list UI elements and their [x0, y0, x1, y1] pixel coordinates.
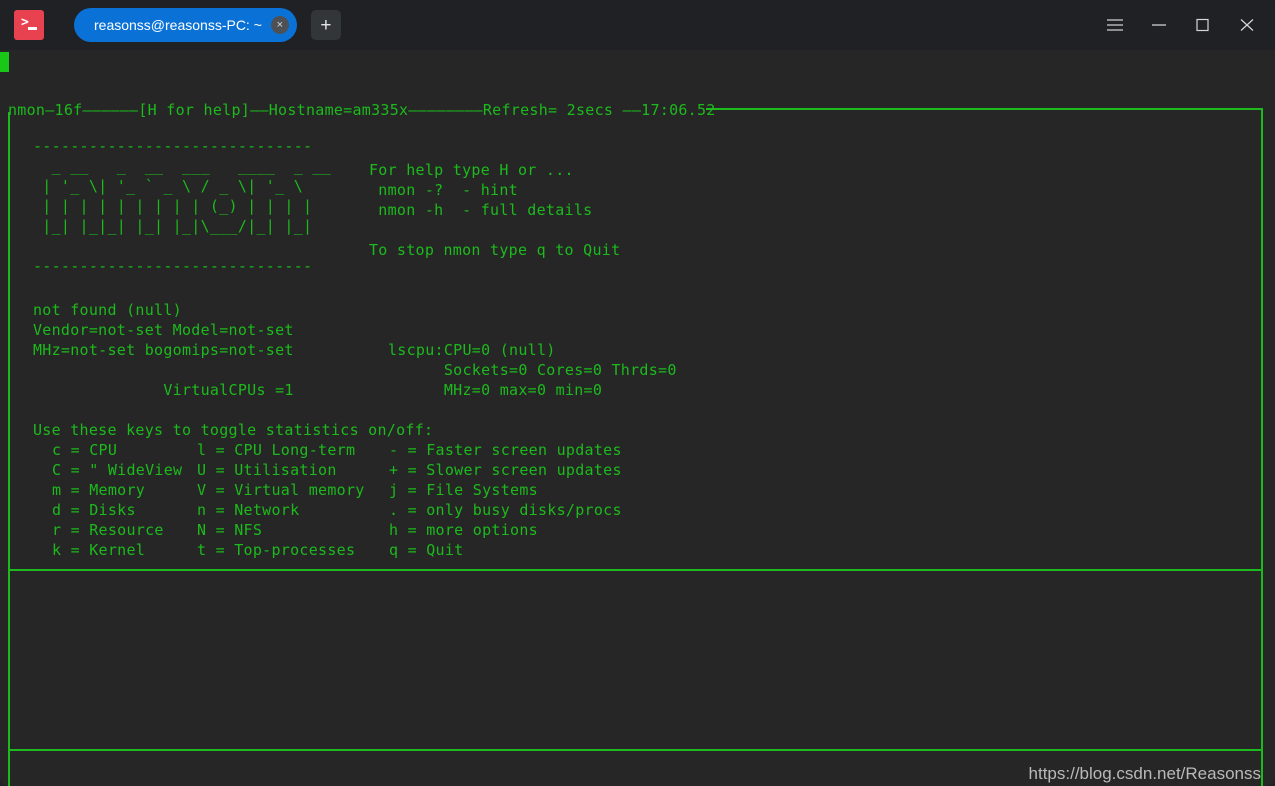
- hamburger-menu-icon[interactable]: [1093, 7, 1137, 43]
- frame-lower-rule: [8, 749, 1262, 751]
- terminal-window: > reasonss@reasonss-PC: ~ × + nmon—16f——…: [0, 0, 1275, 786]
- window-controls: [1093, 7, 1269, 43]
- maximize-icon[interactable]: [1181, 7, 1225, 43]
- lscpu-info-block: lscpu:CPU=0 (null) Sockets=0 Cores=0 Thr…: [388, 341, 677, 399]
- terminal-body[interactable]: nmon—16f——————[H for help]——Hostname=am3…: [0, 50, 1275, 786]
- tab-strip: reasonss@reasonss-PC: ~ × +: [74, 8, 1093, 42]
- watermark-text: https://blog.csdn.net/Reasonss: [1028, 764, 1261, 783]
- minimize-icon[interactable]: [1137, 7, 1181, 43]
- text-cursor: [0, 52, 9, 72]
- new-tab-button[interactable]: +: [310, 10, 341, 40]
- close-icon[interactable]: ×: [270, 16, 289, 34]
- prompt-underscore-icon: [28, 27, 37, 30]
- keys-column-3: - = Faster screen updates + = Slower scr…: [389, 441, 622, 559]
- keys-column-1: c = CPU C = " WideView m = Memory d = Di…: [52, 441, 183, 559]
- frame-right-rule: [1261, 108, 1263, 786]
- terminal-prompt-icon: >: [14, 10, 44, 40]
- frame-middle-rule: [8, 569, 1262, 571]
- keys-column-2: l = CPU Long-term U = Utilisation V = Vi…: [197, 441, 365, 559]
- close-window-icon[interactable]: [1225, 7, 1269, 43]
- cpu-info-block: not found (null) Vendor=not-set Model=no…: [33, 301, 294, 399]
- tab-active[interactable]: reasonss@reasonss-PC: ~ ×: [74, 8, 297, 42]
- nmon-header-line: nmon—16f——————[H for help]——Hostname=am3…: [8, 101, 716, 119]
- keys-heading: Use these keys to toggle statistics on/o…: [33, 421, 434, 439]
- frame-top-rule: [706, 108, 1262, 110]
- title-bar: > reasonss@reasonss-PC: ~ × +: [0, 0, 1275, 50]
- nmon-ascii-logo: ------------------------------ _ __ _ __…: [33, 137, 331, 275]
- help-hint-block: For help type H or ... nmon -? - hint nm…: [369, 161, 621, 259]
- tab-title: reasonss@reasonss-PC: ~: [94, 17, 262, 33]
- frame-left-rule: [8, 112, 10, 786]
